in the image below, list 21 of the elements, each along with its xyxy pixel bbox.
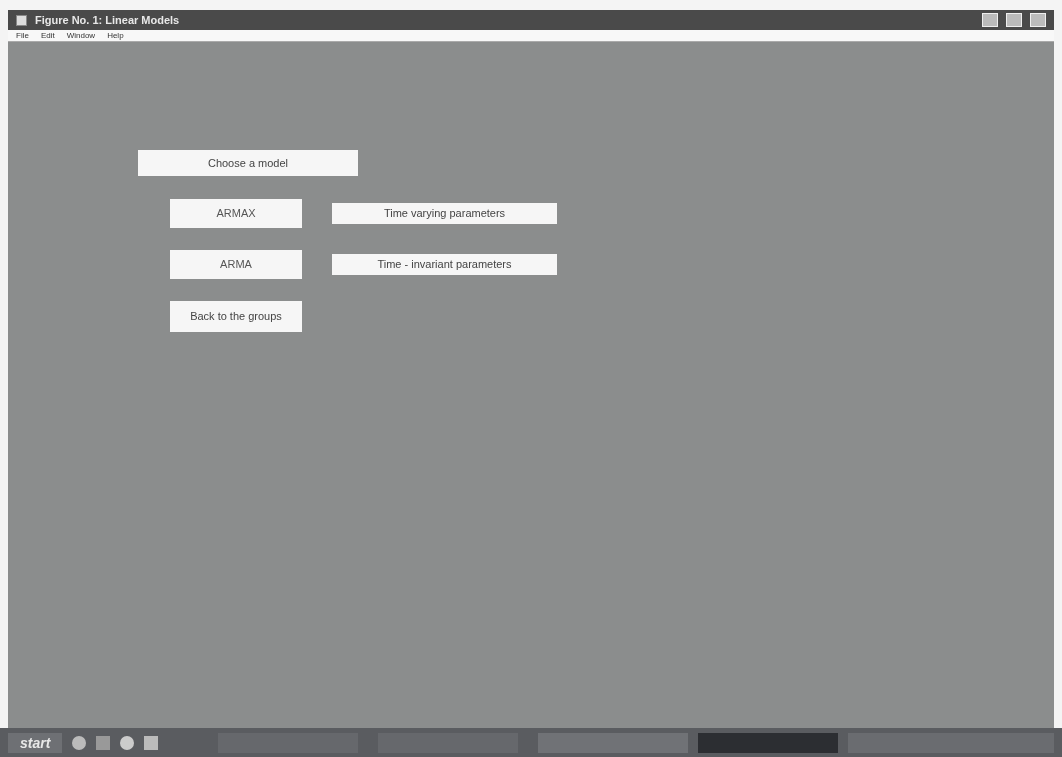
menu-item[interactable]: Help	[107, 31, 124, 40]
maximize-button[interactable]	[1006, 13, 1022, 27]
menu-item[interactable]: Window	[66, 31, 96, 40]
taskbar-button[interactable]	[698, 732, 839, 753]
close-button[interactable]	[1030, 13, 1046, 27]
heading-label: Choose a model	[138, 150, 358, 176]
quick-launch-icon[interactable]	[144, 735, 159, 750]
parameters-label: Time varying parameters	[332, 203, 557, 224]
quick-launch-icon[interactable]	[120, 735, 135, 750]
menu-item[interactable]: Edit	[40, 31, 55, 40]
quick-launch-icon[interactable]	[72, 735, 87, 750]
parameters-label: Time - invariant parameters	[332, 254, 557, 275]
menu-item[interactable]: File	[16, 31, 29, 40]
minimize-button[interactable]	[982, 13, 998, 27]
model-button[interactable]: ARMA	[170, 250, 302, 279]
figure-icon	[16, 14, 27, 26]
model-button[interactable]: ARMAX	[170, 199, 302, 228]
window-title: Figure No. 1: Linear Models	[35, 12, 180, 28]
start-button[interactable]: start	[8, 732, 63, 753]
back-button[interactable]: Back to the groups	[170, 301, 302, 332]
quick-launch-icon[interactable]	[96, 735, 111, 750]
